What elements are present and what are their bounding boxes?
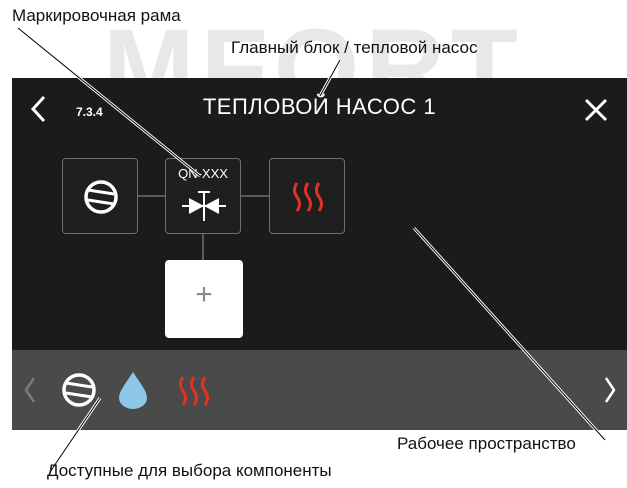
add-icon: +: [195, 278, 213, 311]
workspace: QN-XXX +: [12, 138, 627, 350]
palette-item-water[interactable]: [113, 370, 153, 410]
palette-item-compressor[interactable]: [59, 370, 99, 410]
close-icon: [584, 98, 608, 122]
screen-title: ТЕПЛОВОЙ НАСОС 1: [202, 94, 437, 119]
callout-workspace: Рабочее пространство: [397, 434, 576, 453]
chevron-right-icon[interactable]: [602, 375, 618, 405]
valve-icon: [182, 191, 226, 221]
callout-components: Доступные для выбора компоненты: [47, 461, 332, 480]
workspace-node-compressor[interactable]: [62, 158, 138, 234]
heating-icon: [179, 376, 209, 406]
palette-item-heating[interactable]: [174, 370, 214, 410]
chevron-left-icon[interactable]: [22, 375, 38, 405]
compressor-icon: [84, 180, 118, 214]
component-palette: [12, 350, 627, 430]
display-screen: 7.3.4 ТЕПЛОВОЙ НАСОС 1 QN-XXX +: [12, 78, 627, 430]
heating-icon: [293, 182, 323, 212]
water-drop-icon: [119, 372, 147, 409]
workspace-node-valve[interactable]: QN-XXX: [165, 158, 241, 234]
workspace-node-heating[interactable]: [269, 158, 345, 234]
callout-main-unit: Главный блок / тепловой насос: [231, 38, 478, 57]
close-button[interactable]: [584, 98, 608, 122]
compressor-icon: [62, 373, 96, 407]
add-component-button[interactable]: +: [165, 260, 243, 338]
callout-marking-frame: Маркировочная рама: [12, 6, 181, 25]
